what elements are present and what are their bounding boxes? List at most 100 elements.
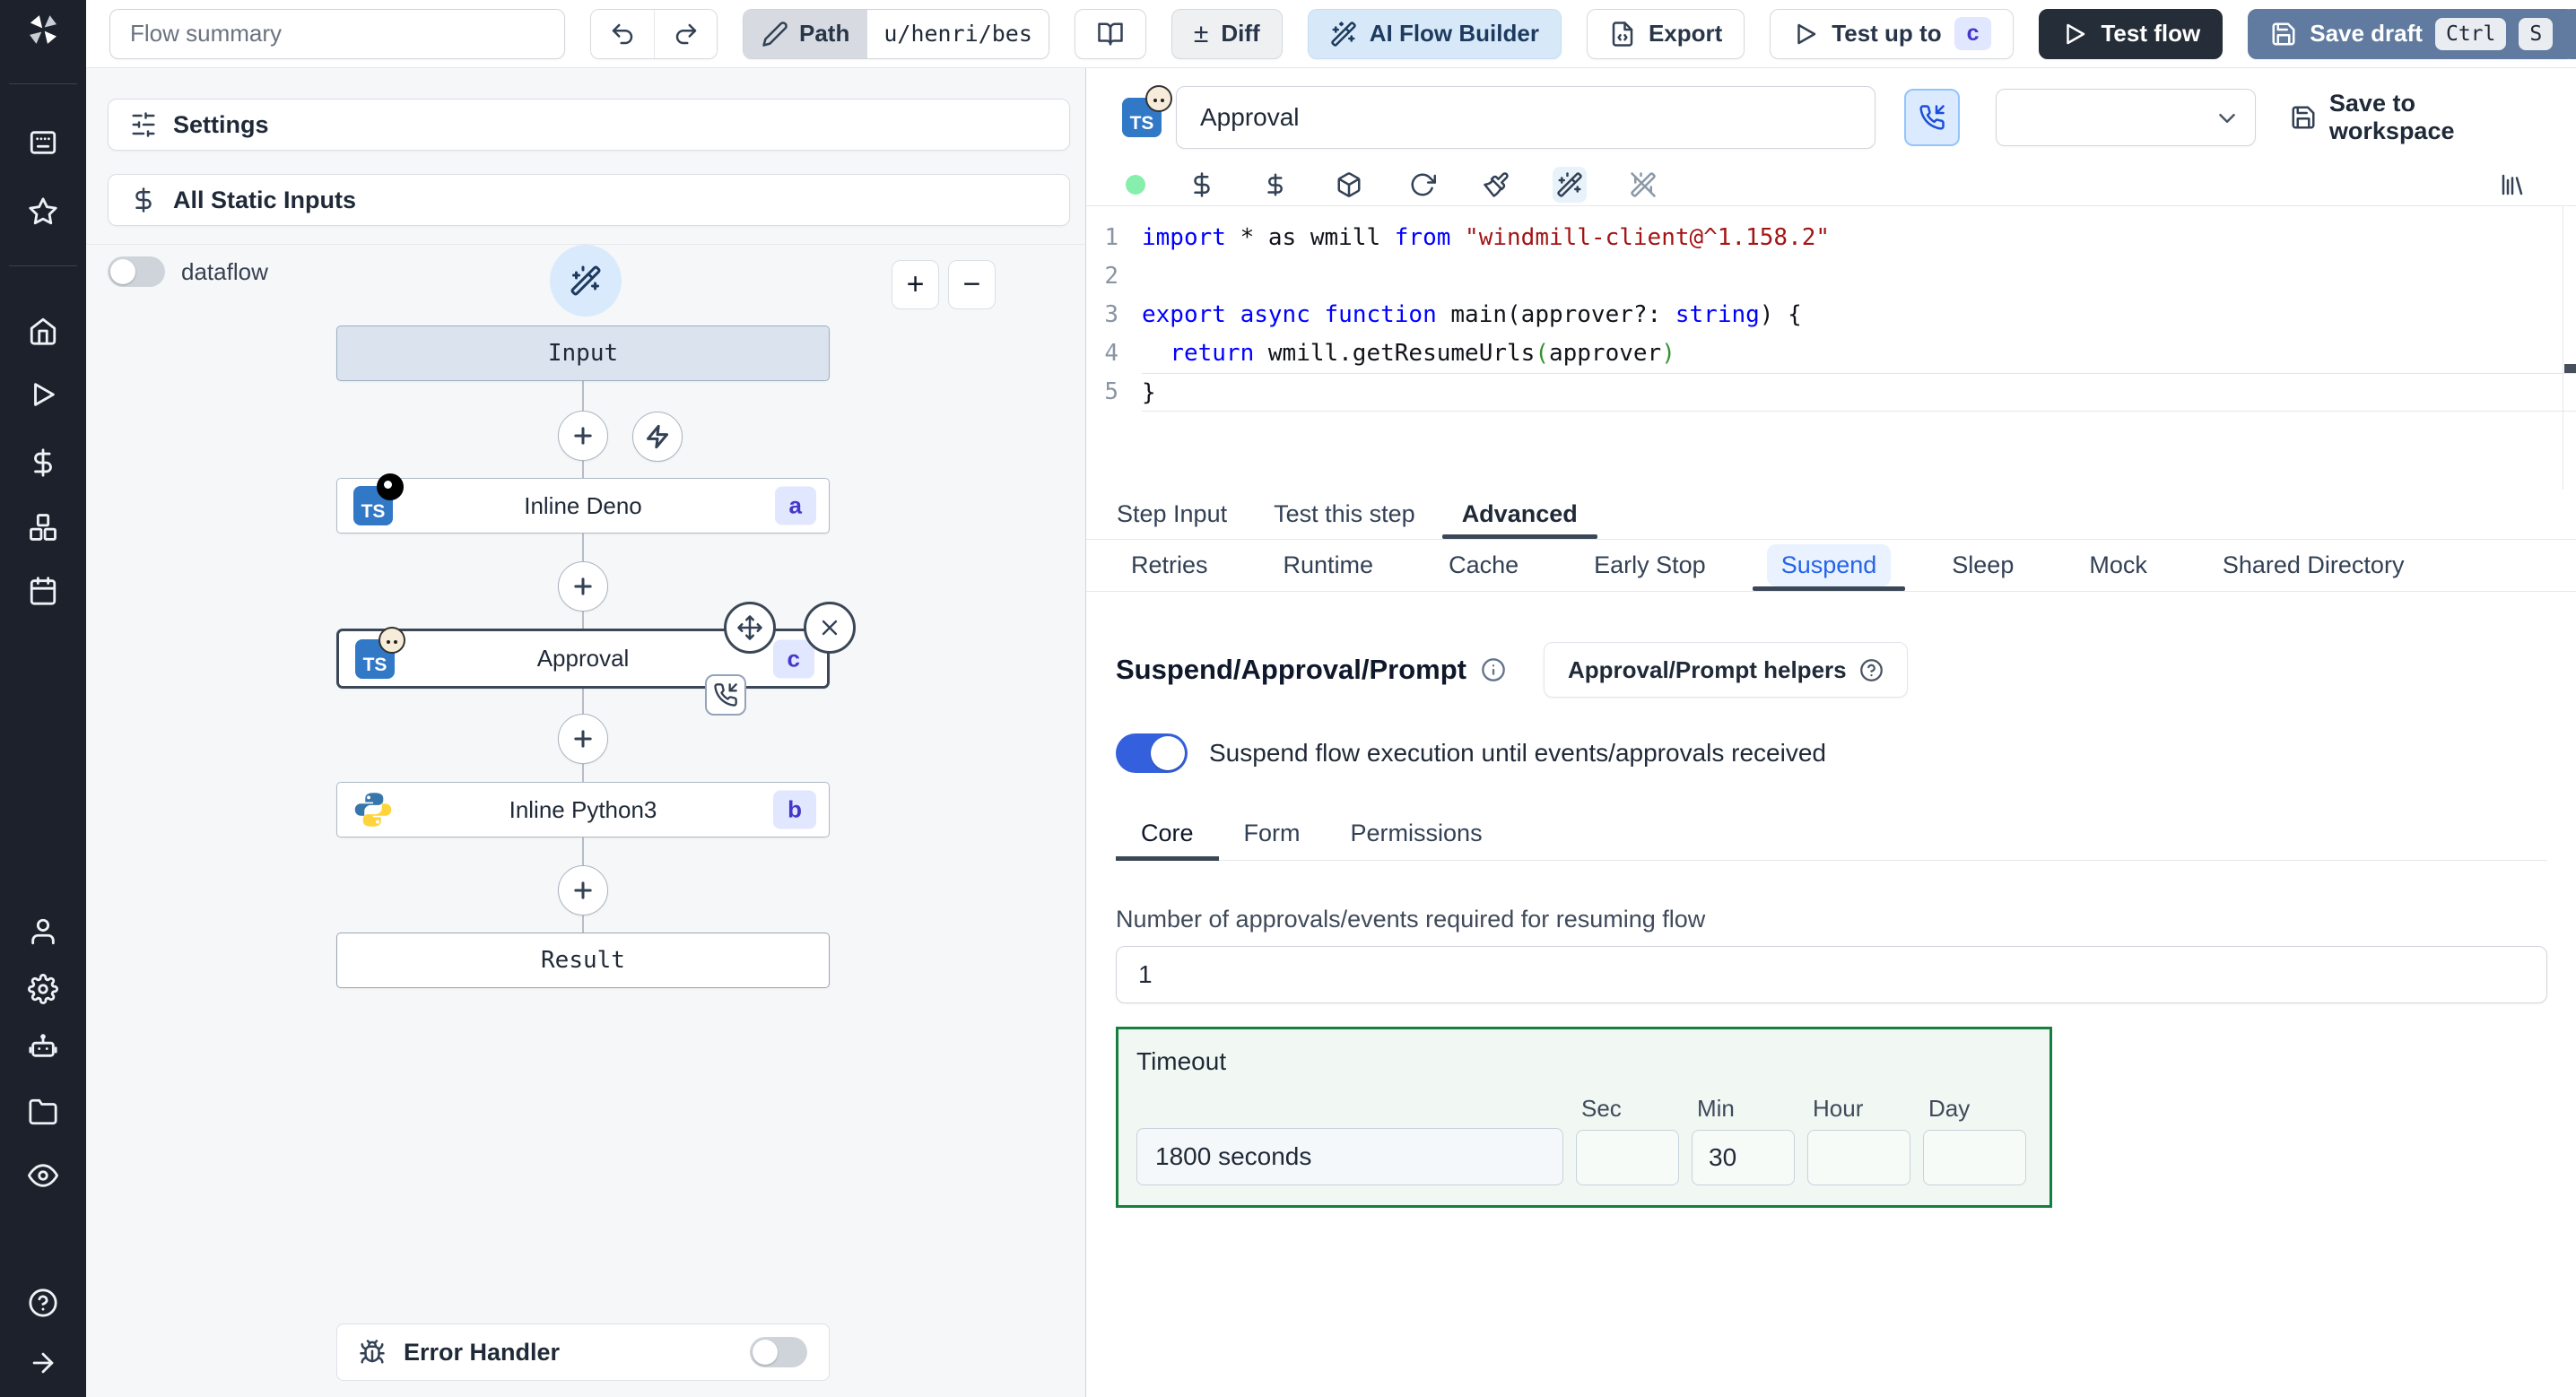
- folders-icon[interactable]: [25, 1094, 61, 1130]
- tab-test-this-step[interactable]: Test this step: [1250, 490, 1439, 539]
- tab-sleep[interactable]: Sleep: [1914, 540, 2051, 591]
- min-input[interactable]: [1692, 1130, 1795, 1185]
- schedules-calendar-icon[interactable]: [25, 573, 61, 609]
- variables-dollar-icon[interactable]: [25, 445, 61, 481]
- path-value: u/henri/bes: [867, 9, 1049, 58]
- zoom-out-button[interactable]: −: [948, 260, 996, 309]
- add-trigger-bolt-button[interactable]: [632, 412, 683, 462]
- timeout-day-field: Day: [1923, 1095, 2026, 1185]
- node-id-badge: a: [774, 486, 816, 525]
- error-handler-card[interactable]: Error Handler: [336, 1323, 830, 1381]
- tab-core[interactable]: Core: [1116, 807, 1219, 861]
- dataflow-toggle[interactable]: [108, 256, 165, 287]
- windmill-logo-icon[interactable]: [25, 12, 61, 48]
- add-step-button[interactable]: [558, 865, 608, 915]
- flow-settings-card[interactable]: Settings: [108, 99, 1070, 151]
- tab-retries[interactable]: Retries: [1093, 540, 1246, 591]
- ai-disabled-wand-button[interactable]: [1626, 167, 1660, 203]
- package-button[interactable]: [1332, 167, 1366, 203]
- export-label: Export: [1648, 20, 1723, 47]
- path-button[interactable]: Path u/henri/bes: [743, 8, 1049, 59]
- export-button[interactable]: Export: [1586, 8, 1745, 59]
- tab-early-stop[interactable]: Early Stop: [1556, 540, 1744, 591]
- suspend-enable-toggle[interactable]: [1116, 733, 1188, 773]
- diff-button[interactable]: ± Diff: [1171, 8, 1283, 59]
- delete-node-button[interactable]: [804, 602, 856, 654]
- help-icon[interactable]: [25, 1285, 61, 1321]
- test-up-to-step-badge: c: [1954, 17, 1992, 50]
- hour-input[interactable]: [1807, 1130, 1910, 1185]
- add-step-button[interactable]: [558, 411, 608, 461]
- tab-shared-directory[interactable]: Shared Directory: [2185, 540, 2442, 591]
- format-brush-button[interactable]: [1479, 167, 1513, 203]
- approval-prompt-helpers-button[interactable]: Approval/Prompt helpers: [1543, 642, 1908, 698]
- tab-runtime[interactable]: Runtime: [1246, 540, 1412, 591]
- node-label: Inline Python3: [509, 795, 657, 823]
- settings-gear-icon[interactable]: [25, 971, 61, 1007]
- resources-dollar-button[interactable]: [1258, 167, 1292, 203]
- step-node-inline-python3[interactable]: Inline Python3 b: [336, 782, 830, 837]
- flow-summary-input[interactable]: [109, 8, 565, 59]
- reload-button[interactable]: [1405, 167, 1440, 203]
- editor-overview-ruler[interactable]: [2563, 206, 2576, 490]
- add-step-button[interactable]: [558, 561, 608, 612]
- day-input[interactable]: [1923, 1130, 2026, 1185]
- step-name-input[interactable]: [1176, 86, 1875, 149]
- suspend-title: Suspend/Approval/Prompt: [1116, 654, 1466, 685]
- resources-boxes-icon[interactable]: [25, 509, 61, 545]
- tab-mock[interactable]: Mock: [2051, 540, 2185, 591]
- tab-advanced[interactable]: Advanced: [1439, 490, 1601, 539]
- sliders-icon: [132, 112, 155, 137]
- test-flow-button[interactable]: Test flow: [2039, 8, 2224, 59]
- favorites-star-icon[interactable]: [25, 194, 61, 230]
- step-node-inline-deno[interactable]: TS Inline Deno a: [336, 473, 830, 534]
- tab-suspend[interactable]: Suspend: [1744, 540, 1915, 591]
- step-header: TS Save to workspace: [1122, 85, 2547, 150]
- tab-step-input[interactable]: Step Input: [1093, 490, 1250, 539]
- save-draft-button[interactable]: Save draft Ctrl S: [2248, 8, 2576, 59]
- expand-arrow-icon[interactable]: [25, 1345, 61, 1381]
- info-icon[interactable]: [1481, 657, 1506, 682]
- docs-button[interactable]: [1074, 8, 1146, 59]
- sec-label: Sec: [1581, 1095, 1622, 1122]
- library-button[interactable]: [2495, 167, 2529, 203]
- script-version-select[interactable]: [1995, 89, 2256, 146]
- all-static-inputs-card[interactable]: All Static Inputs: [108, 174, 1070, 226]
- test-up-to-button[interactable]: Test up to c: [1770, 8, 2015, 59]
- workers-bot-icon[interactable]: [25, 1028, 61, 1063]
- static-inputs-label: All Static Inputs: [173, 186, 357, 213]
- approvals-count-input[interactable]: [1116, 946, 2547, 1003]
- code-editor[interactable]: 1 import * as wmill from "windmill-client…: [1086, 206, 2576, 490]
- tab-cache[interactable]: Cache: [1411, 540, 1556, 591]
- sec-input[interactable]: [1576, 1130, 1679, 1185]
- ai-graph-wand-button[interactable]: [550, 245, 622, 317]
- suspend-phone-badge: [705, 674, 746, 716]
- add-step-button[interactable]: [558, 714, 608, 764]
- undo-button[interactable]: [591, 9, 654, 58]
- suspend-subtabs: Core Form Permissions: [1116, 807, 2547, 861]
- test-flow-label: Test flow: [2101, 20, 2201, 47]
- tab-permissions[interactable]: Permissions: [1326, 807, 1508, 860]
- help-icon: [1859, 658, 1883, 681]
- suspend-phone-button[interactable]: [1903, 89, 1960, 146]
- tab-form[interactable]: Form: [1219, 807, 1326, 860]
- runs-play-icon[interactable]: [25, 377, 61, 412]
- variables-dollar-button[interactable]: [1185, 167, 1219, 203]
- hour-label: Hour: [1813, 1095, 1864, 1122]
- apps-icon[interactable]: [25, 125, 61, 161]
- flow-input-node[interactable]: Input: [336, 325, 830, 381]
- home-icon[interactable]: [25, 313, 61, 349]
- approvals-count-label: Number of approvals/events required for …: [1116, 906, 1706, 933]
- save-to-workspace-button[interactable]: Save to workspace: [2290, 90, 2547, 145]
- redo-button[interactable]: [654, 9, 717, 58]
- diff-label: Diff: [1221, 20, 1260, 47]
- user-icon[interactable]: [25, 914, 61, 950]
- zoom-in-button[interactable]: +: [892, 260, 939, 309]
- audit-eye-icon[interactable]: [25, 1158, 61, 1193]
- error-handler-toggle[interactable]: [750, 1337, 807, 1367]
- ai-flow-builder-button[interactable]: AI Flow Builder: [1307, 8, 1562, 59]
- deploy-button-partial[interactable]: [2562, 9, 2576, 59]
- ai-assistant-wand-button[interactable]: [1553, 167, 1587, 203]
- move-node-button[interactable]: [724, 602, 776, 654]
- flow-result-node[interactable]: Result: [336, 933, 830, 988]
